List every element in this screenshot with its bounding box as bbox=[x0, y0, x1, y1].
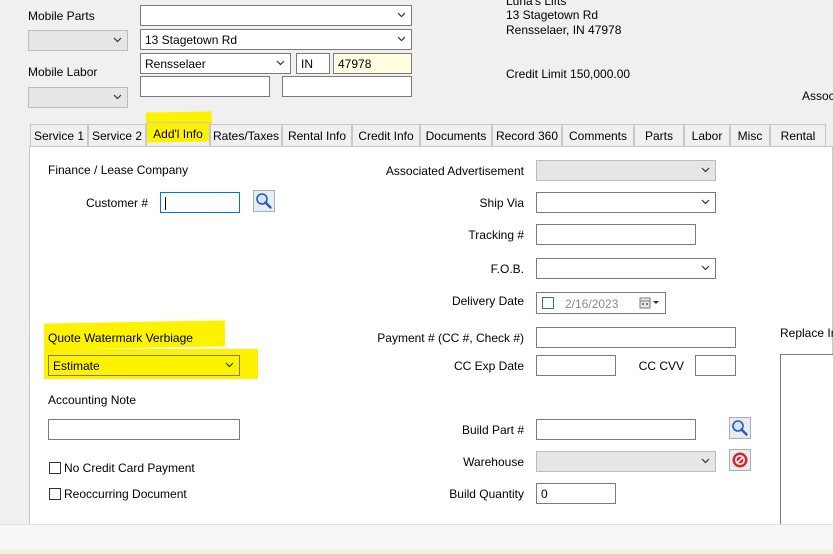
credit-limit: Credit Limit 150,000.00 bbox=[506, 67, 631, 81]
tab-rental-info[interactable]: Rental Info bbox=[282, 124, 352, 146]
calendar-icon[interactable] bbox=[639, 296, 661, 313]
ship-via-label: Ship Via bbox=[479, 196, 524, 210]
tab-credit-info[interactable]: Credit Info bbox=[352, 124, 420, 146]
zip-field[interactable]: 47978 bbox=[333, 53, 412, 74]
tab-service-2[interactable]: Service 2 bbox=[88, 124, 146, 146]
fob-select[interactable] bbox=[536, 258, 716, 279]
reoccurring-checkbox[interactable] bbox=[49, 488, 61, 500]
chevron-down-icon bbox=[397, 34, 406, 43]
finance-lease-label: Finance / Lease Company bbox=[48, 163, 189, 177]
ship-via-select[interactable] bbox=[536, 192, 716, 213]
build-qty-field[interactable]: 0 bbox=[536, 483, 616, 504]
tab-rates-taxes[interactable]: Rates/Taxes bbox=[210, 124, 282, 146]
delete-icon bbox=[730, 450, 750, 470]
quote-watermark-select[interactable]: Estimate bbox=[48, 355, 240, 376]
chevron-down-icon bbox=[225, 360, 234, 369]
chevron-down-icon bbox=[701, 263, 710, 272]
reoccurring-label: Reoccurring Document bbox=[64, 487, 187, 501]
warehouse-label: Warehouse bbox=[463, 455, 524, 469]
associated-ad-select[interactable] bbox=[536, 160, 716, 181]
assoc-label: Assoc bbox=[802, 89, 833, 103]
build-qty-label: Build Quantity bbox=[449, 487, 524, 501]
company-city: Rensselaer, IN 47978 bbox=[506, 23, 622, 37]
tab-documents[interactable]: Documents bbox=[420, 124, 492, 146]
tab-labor[interactable]: Labor bbox=[684, 124, 730, 146]
search-icon bbox=[730, 418, 750, 438]
mobile-labor-label: Mobile Labor bbox=[28, 65, 98, 79]
chevron-down-icon bbox=[701, 197, 710, 206]
associated-ad-label: Associated Advertisement bbox=[385, 164, 524, 178]
search-icon bbox=[254, 191, 274, 211]
chevron-down-icon bbox=[701, 456, 710, 465]
build-part-label: Build Part # bbox=[461, 423, 524, 437]
mobile-parts-select[interactable] bbox=[28, 30, 128, 51]
no-credit-card-label: No Credit Card Payment bbox=[64, 461, 195, 475]
chevron-down-icon bbox=[113, 92, 122, 101]
customer-search-button[interactable] bbox=[253, 190, 275, 212]
chevron-down-icon bbox=[276, 58, 285, 67]
chevron-down-icon bbox=[701, 165, 710, 174]
replace-label: Replace In bbox=[780, 326, 833, 340]
warehouse-clear-button[interactable] bbox=[729, 449, 751, 471]
company-address: 13 Stagetown Rd bbox=[506, 8, 599, 22]
delivery-date-label: Delivery Date bbox=[451, 294, 524, 308]
tab-rental[interactable]: Rental bbox=[770, 124, 826, 146]
mobile-labor-select[interactable] bbox=[28, 87, 128, 108]
tracking-field[interactable] bbox=[536, 224, 696, 245]
tab-service-1[interactable]: Service 1 bbox=[30, 124, 88, 146]
tab-record-360[interactable]: Record 360 bbox=[492, 124, 562, 146]
extra-field-1[interactable] bbox=[140, 76, 270, 97]
address-line1-select[interactable] bbox=[140, 5, 412, 26]
tab-misc[interactable]: Misc bbox=[730, 124, 770, 146]
chevron-down-icon bbox=[113, 35, 122, 44]
tab-strip: Service 1 Service 2 Add'l Info Rates/Tax… bbox=[30, 122, 833, 146]
quote-watermark-label: Quote Watermark Verbiage bbox=[48, 331, 193, 345]
tab-parts[interactable]: Parts bbox=[634, 124, 684, 146]
city-select[interactable]: Rensselaer bbox=[140, 53, 291, 74]
cc-cvv-field[interactable] bbox=[695, 355, 736, 376]
mobile-parts-label: Mobile Parts bbox=[28, 9, 95, 23]
delivery-date-picker[interactable]: 2/16/2023 bbox=[536, 292, 666, 314]
customer-num-label: Customer # bbox=[85, 196, 148, 210]
tracking-label: Tracking # bbox=[468, 228, 524, 242]
accounting-note-label: Accounting Note bbox=[48, 393, 137, 407]
cc-exp-label: CC Exp Date bbox=[453, 359, 524, 373]
warehouse-select[interactable] bbox=[536, 451, 716, 472]
no-credit-card-checkbox[interactable] bbox=[49, 462, 61, 474]
replace-list-box[interactable] bbox=[780, 354, 833, 534]
tab-comments[interactable]: Comments bbox=[562, 124, 634, 146]
build-part-field[interactable] bbox=[536, 419, 696, 440]
customer-num-field[interactable] bbox=[160, 192, 240, 213]
tab-addl-info[interactable]: Add'l Info bbox=[146, 122, 210, 146]
fob-label: F.O.B. bbox=[490, 262, 524, 276]
accounting-note-field[interactable] bbox=[48, 419, 240, 440]
extra-field-2[interactable] bbox=[282, 76, 412, 97]
payment-field[interactable] bbox=[536, 327, 736, 348]
delivery-date-value: 2/16/2023 bbox=[565, 297, 619, 311]
payment-label: Payment # (CC #, Check #) bbox=[377, 331, 524, 345]
chevron-down-icon bbox=[397, 10, 406, 19]
bottom-strip bbox=[0, 549, 833, 554]
cc-cvv-label: CC CVV bbox=[638, 359, 684, 373]
state-field[interactable]: IN bbox=[296, 53, 330, 74]
cc-exp-field[interactable] bbox=[536, 355, 616, 376]
company-name: Luna's Lifts bbox=[506, 0, 567, 8]
address-line2-select[interactable]: 13 Stagetown Rd bbox=[140, 29, 412, 50]
build-part-search-button[interactable] bbox=[729, 417, 751, 439]
delivery-date-checkbox[interactable] bbox=[542, 297, 554, 309]
